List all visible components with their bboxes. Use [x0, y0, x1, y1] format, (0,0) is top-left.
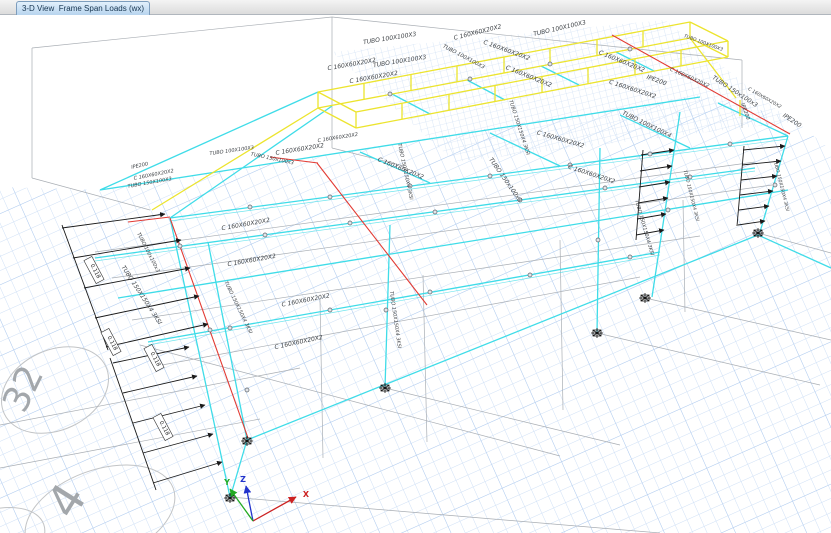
joint-node[interactable] — [467, 76, 473, 82]
joint-node[interactable] — [487, 173, 493, 179]
joint-node[interactable] — [527, 272, 533, 278]
joint-node[interactable] — [327, 307, 333, 313]
app-window: TUBO 100X100X3 C 160X60X20X2 TUBO 100X100X… — [0, 0, 831, 533]
joint-node[interactable] — [227, 325, 233, 331]
view-tab[interactable]: 3-D View Frame Span Loads (wx) — [16, 1, 150, 15]
joint-node[interactable] — [647, 151, 653, 157]
member-label: C 160X60X20X2 — [317, 132, 358, 144]
view-tab-bar: 3-D View Frame Span Loads (wx) — [0, 0, 831, 15]
joint-node[interactable] — [665, 207, 671, 213]
joint-node[interactable] — [207, 327, 213, 333]
joint-node[interactable] — [427, 289, 433, 295]
viewport-3d[interactable]: TUBO 100X100X3 C 160X60X20X2 TUBO 100X100X… — [0, 0, 831, 533]
joint-node[interactable] — [602, 185, 608, 191]
axis-label-z: Z — [240, 475, 246, 484]
member-label: TUBO 100X100X3 — [209, 145, 254, 157]
axis-label-y: Y — [223, 478, 230, 487]
joint-node[interactable] — [432, 209, 438, 215]
axis-label-x: X — [303, 490, 310, 499]
joint-node[interactable] — [547, 61, 553, 67]
joint-node[interactable] — [247, 204, 253, 210]
joint-node[interactable] — [383, 307, 389, 313]
joint-node[interactable] — [387, 91, 393, 97]
joint-node[interactable] — [262, 232, 268, 238]
joint-node[interactable] — [727, 141, 733, 147]
view-tab-title: 3-D View Frame Span Loads (wx) — [21, 4, 145, 13]
member-label: C 160X60X20X2 — [275, 142, 325, 157]
member-label: TUBO 100X100X3 — [363, 31, 417, 46]
joint-node[interactable] — [244, 387, 250, 393]
joint-node[interactable] — [627, 254, 633, 260]
joint-node[interactable] — [772, 182, 778, 188]
joint-node[interactable] — [177, 243, 183, 249]
joint-node[interactable] — [347, 220, 353, 226]
joint-node[interactable] — [595, 237, 601, 243]
joint-node[interactable] — [627, 46, 633, 52]
joint-node[interactable] — [327, 194, 333, 200]
